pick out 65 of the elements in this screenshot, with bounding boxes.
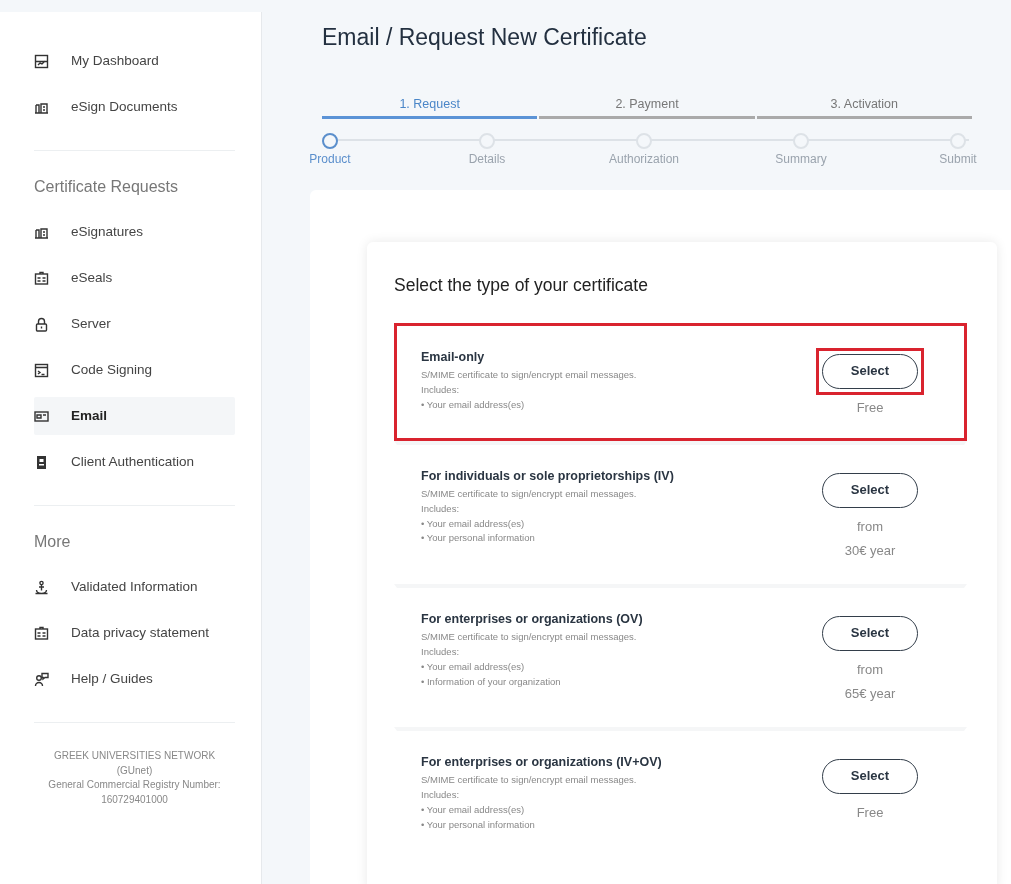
sidebar-item[interactable]: Code Signing — [34, 351, 235, 389]
price-text: 30€ year — [844, 541, 896, 560]
option-title: For enterprises or organizations (OV) — [421, 610, 643, 628]
select-button[interactable]: Select — [822, 615, 918, 651]
select-button[interactable]: Select — [822, 472, 918, 508]
footer-text: (GUnet) — [115, 763, 154, 778]
option-description: • Your email address(es) — [421, 659, 526, 674]
price-text: from — [856, 660, 884, 679]
price-text: from — [856, 517, 884, 536]
price-text: Free — [856, 803, 884, 822]
footer-text: GREEK UNIVERSITIES NETWORK — [52, 749, 217, 763]
sidebar-item[interactable]: Email — [34, 397, 235, 435]
section-heading: More — [34, 532, 72, 552]
price-text: Free — [856, 398, 884, 417]
option-description: • Information of your organization — [421, 674, 562, 689]
badge-icon — [34, 454, 49, 470]
option-title: For individuals or sole proprietorships (IV) — [421, 467, 674, 485]
phase-tab[interactable]: 2. Payment — [539, 94, 755, 120]
option-title: For enterprises or organizations (IV+OV) — [421, 753, 662, 771]
sidebar-item[interactable]: eSign Documents — [34, 88, 235, 126]
anchor-icon — [34, 579, 49, 595]
option-description: • Your email address(es) — [421, 397, 526, 412]
step-label: Details — [468, 151, 506, 169]
sidebar-item[interactable]: Help / Guides — [34, 660, 235, 698]
sidebar-item[interactable]: Validated Information — [34, 568, 235, 606]
dashboard-icon — [34, 53, 49, 69]
help-person-icon — [34, 671, 49, 687]
option-description: Includes: — [421, 645, 461, 660]
option-description: • Your personal information — [421, 817, 536, 832]
option-description: Includes: — [421, 502, 461, 516]
phase-tab[interactable]: 1. Request — [322, 94, 538, 120]
option-title: Email-only — [421, 348, 486, 366]
id-card-icon — [34, 625, 49, 641]
terminal-icon — [34, 362, 49, 378]
step-label: Product — [309, 151, 351, 169]
option-description: S/MIME certificate to sign/encrypt email messages. — [421, 630, 638, 645]
lock-icon — [34, 316, 49, 332]
option-description: Includes: — [421, 382, 461, 397]
select-button[interactable]: Select — [822, 758, 918, 794]
footer-text: General Commercial Registry Number: — [47, 778, 222, 792]
section-heading: Certificate Requests — [34, 177, 180, 197]
envelope-icon — [34, 408, 49, 424]
option-description: • Your email address(es) — [421, 516, 526, 531]
option-description: Includes: — [421, 788, 461, 803]
page-title: Email / Request New Certificate — [322, 23, 648, 52]
step-label: Summary — [775, 151, 827, 169]
sidebar-item[interactable]: eSeals — [34, 259, 235, 297]
id-card-icon — [34, 270, 49, 286]
option-description: S/MIME certificate to sign/encrypt email messages. — [421, 773, 638, 788]
sidebar-item[interactable]: Data privacy statement — [34, 614, 235, 652]
sidebar-item[interactable]: My Dashboard — [34, 42, 235, 80]
price-text: 65€ year — [844, 684, 896, 703]
select-button[interactable]: Select — [822, 353, 918, 389]
step-label: Submit — [939, 151, 977, 169]
option-description: • Your email address(es) — [421, 802, 526, 817]
sidebar-item[interactable]: eSignatures — [34, 213, 235, 251]
sidebar-item[interactable]: Server — [34, 305, 235, 343]
option-description: • Your personal information — [421, 531, 536, 546]
sidebar-item[interactable]: Client Authentication — [34, 443, 235, 481]
phase-tab[interactable]: 3. Activation — [756, 94, 972, 120]
option-description: S/MIME certificate to sign/encrypt email messages. — [421, 368, 637, 383]
option-description: S/MIME certificate to sign/encrypt email messages. — [421, 487, 638, 502]
card-title: Select the type of your certificate — [394, 274, 649, 298]
step-label: Authorization — [609, 151, 680, 169]
footer-text: 160729401000 — [100, 792, 169, 807]
